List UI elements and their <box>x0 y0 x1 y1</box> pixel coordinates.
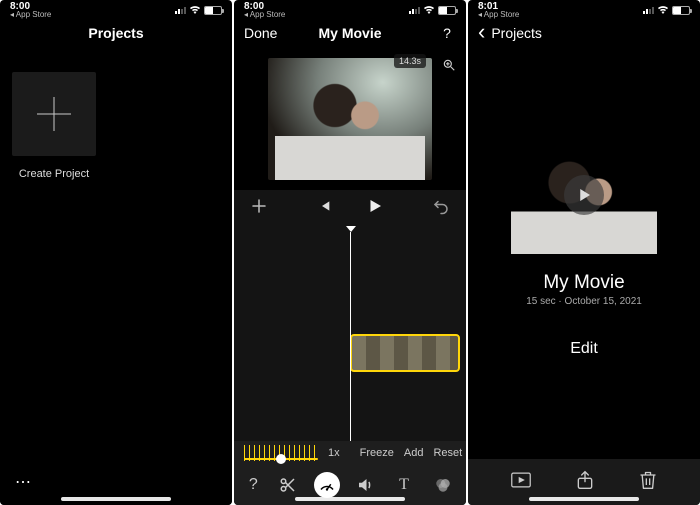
status-bar: 8:01 App Store <box>468 0 700 18</box>
project-detail-screen: 8:01 App Store Projects <box>468 0 700 505</box>
speed-tool[interactable] <box>314 472 340 498</box>
toolbar-help-button[interactable]: ? <box>244 476 262 494</box>
preview-frame[interactable] <box>268 58 432 180</box>
play-movie-button[interactable] <box>511 471 531 494</box>
share-icon <box>576 470 594 490</box>
speed-add-button[interactable]: Add <box>404 447 424 459</box>
back-button[interactable]: Projects <box>478 25 542 41</box>
ellipsis-icon: ⋯ <box>15 472 31 492</box>
add-media-button[interactable] <box>250 197 268 220</box>
cellular-icon <box>175 7 186 14</box>
volume-icon <box>356 476 374 494</box>
home-indicator[interactable] <box>295 497 405 501</box>
filters-tool[interactable] <box>430 472 456 498</box>
speedometer-icon <box>318 476 336 494</box>
create-project-label: Create Project <box>12 168 96 180</box>
trash-icon <box>639 470 657 490</box>
status-bar: 8:00 App Store <box>0 0 232 18</box>
plus-icon <box>37 97 71 131</box>
status-bar: 8:00 App Store <box>234 0 466 18</box>
volume-tool[interactable] <box>352 472 378 498</box>
text-icon: T <box>399 476 409 494</box>
plus-icon <box>250 197 268 215</box>
question-icon: ? <box>443 25 451 41</box>
help-button[interactable]: ? <box>438 24 456 42</box>
done-button[interactable]: Done <box>244 25 277 41</box>
share-button[interactable] <box>576 470 594 495</box>
preview-area: 14.3s <box>234 48 466 190</box>
project-thumbnail[interactable] <box>505 136 663 254</box>
undo-icon <box>432 197 450 215</box>
project-meta: 15 sec · October 15, 2021 <box>526 296 642 307</box>
play-rect-icon <box>511 471 531 489</box>
cellular-icon <box>643 7 654 14</box>
editor-title: My Movie <box>318 25 381 41</box>
delete-button[interactable] <box>639 470 657 495</box>
editor-screen: 8:00 App Store Done My Movie ? <box>234 0 466 505</box>
speed-value: 1x <box>328 447 340 459</box>
question-icon: ? <box>249 476 258 494</box>
skip-back-icon <box>316 198 332 214</box>
wifi-icon <box>423 5 435 15</box>
editor-header: Done My Movie ? <box>234 18 466 48</box>
projects-screen: 8:00 App Store Projects Create Project <box>0 0 232 505</box>
play-icon <box>575 186 593 204</box>
detail-header: Projects <box>468 18 700 48</box>
edit-button[interactable]: Edit <box>558 323 610 375</box>
speed-slider[interactable] <box>244 445 318 461</box>
battery-icon <box>204 6 222 15</box>
create-project-tile[interactable]: Create Project <box>12 72 96 180</box>
cut-tool[interactable] <box>275 472 301 498</box>
magnifier-plus-icon <box>442 58 456 72</box>
more-button[interactable]: ⋯ <box>14 473 32 491</box>
freeze-button[interactable]: Freeze <box>360 447 394 459</box>
home-indicator[interactable] <box>61 497 171 501</box>
filters-icon <box>434 476 452 494</box>
page-title: Projects <box>88 25 143 41</box>
titles-tool[interactable]: T <box>391 472 417 498</box>
timeline[interactable] <box>234 226 466 441</box>
projects-header: Projects <box>0 18 232 48</box>
battery-icon <box>438 6 456 15</box>
play-icon <box>366 197 384 215</box>
wifi-icon <box>657 5 669 15</box>
scissors-icon <box>279 476 297 494</box>
home-indicator[interactable] <box>529 497 639 501</box>
timecode-pill: 14.3s <box>394 54 426 68</box>
battery-icon <box>672 6 690 15</box>
timeline-clip[interactable] <box>350 334 460 372</box>
project-title: My Movie <box>543 272 624 294</box>
cellular-icon <box>409 7 420 14</box>
speed-panel: 1x Freeze Add Reset <box>234 441 466 465</box>
undo-button[interactable] <box>432 197 450 220</box>
transport-bar <box>234 190 466 226</box>
play-overlay <box>564 175 604 215</box>
play-button[interactable] <box>366 197 384 220</box>
playhead[interactable] <box>350 232 351 441</box>
skip-back-button[interactable] <box>316 198 332 219</box>
back-label: Projects <box>491 25 542 41</box>
wifi-icon <box>189 5 201 15</box>
projects-grid: Create Project <box>0 48 232 459</box>
speed-reset-button[interactable]: Reset <box>433 447 462 459</box>
zoom-button[interactable] <box>438 54 460 76</box>
